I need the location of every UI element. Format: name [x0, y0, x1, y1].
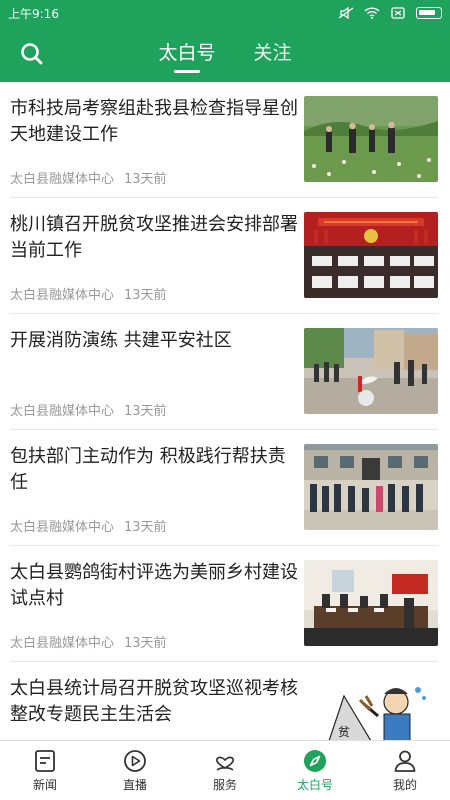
- header-tabs: 太白号 关注: [0, 26, 450, 82]
- nav-mine[interactable]: 我的: [360, 741, 450, 800]
- news-thumbnail: [304, 212, 438, 298]
- list-item[interactable]: 太白县统计局召开脱贫攻坚巡视考核整改专题民主生活会 贫: [10, 662, 438, 740]
- news-title: 开展消防演练 共建平安社区: [10, 330, 232, 351]
- tab-follow[interactable]: 关注: [254, 38, 292, 71]
- nav-taibaihao[interactable]: 太白号: [270, 741, 360, 800]
- play-icon: [124, 750, 146, 772]
- news-time: 13天前: [124, 288, 167, 303]
- service-icon: [216, 756, 234, 771]
- news-time: 13天前: [124, 172, 167, 187]
- nav-live[interactable]: 直播: [90, 741, 180, 800]
- news-meta: 太白县融媒体中心 13天前: [10, 632, 167, 651]
- search-icon[interactable]: [18, 40, 46, 68]
- svg-text:贫: 贫: [338, 724, 350, 739]
- list-item[interactable]: 包扶部门主动作为 积极践行帮扶责任 太白县融媒体中心 13天前: [10, 430, 438, 546]
- news-title: 太白县统计局召开脱贫攻坚巡视考核整改专题民主生活会: [10, 678, 298, 725]
- news-title: 太白县鹦鸽街村评选为美丽乡村建设试点村: [10, 562, 298, 609]
- list-item[interactable]: 桃川镇召开脱贫攻坚推进会安排部署当前工作 太白县融媒体中心 13天前: [10, 198, 438, 314]
- nav-label: 服务: [212, 778, 237, 792]
- wifi-icon: [364, 7, 380, 19]
- nav-label: 直播: [122, 778, 147, 792]
- list-item[interactable]: 市科技局考察组赴我县检查指导星创天地建设工作 太白县融媒体中心 13天前: [10, 82, 438, 198]
- news-source: 太白县融媒体中心: [10, 172, 115, 187]
- tab-taibaihao[interactable]: 太白号: [158, 38, 215, 71]
- news-time: 13天前: [124, 636, 167, 651]
- news-source: 太白县融媒体中心: [10, 404, 115, 419]
- news-time: 13天前: [124, 520, 167, 535]
- user-icon: [394, 750, 416, 772]
- bottom-tab-bar: 新闻 直播 服务 太白号 我的: [0, 740, 450, 800]
- nav-label: 我的: [392, 778, 417, 792]
- mute-icon: [338, 7, 354, 19]
- news-thumbnail: [304, 328, 438, 414]
- status-icons: [338, 7, 442, 19]
- news-meta: 太白县融媒体中心 13天前: [10, 284, 167, 303]
- news-title: 包扶部门主动作为 积极践行帮扶责任: [10, 446, 286, 493]
- news-meta: 太白县融媒体中心 13天前: [10, 400, 167, 419]
- news-time: 13天前: [124, 404, 167, 419]
- news-thumbnail: [304, 560, 438, 646]
- news-title: 桃川镇召开脱贫攻坚推进会安排部署当前工作: [10, 214, 298, 261]
- news-source: 太白县融媒体中心: [10, 520, 115, 535]
- news-source: 太白县融媒体中心: [10, 288, 115, 303]
- list-item[interactable]: 太白县鹦鸽街村评选为美丽乡村建设试点村 太白县融媒体中心 13天前: [10, 546, 438, 662]
- news-title: 市科技局考察组赴我县检查指导星创天地建设工作: [10, 98, 298, 145]
- compass-icon: [304, 750, 326, 772]
- header: 太白号 关注: [0, 26, 450, 82]
- news-thumbnail: [304, 96, 438, 182]
- nav-service[interactable]: 服务: [180, 741, 270, 800]
- list-item[interactable]: 开展消防演练 共建平安社区 太白县融媒体中心 13天前: [10, 314, 438, 430]
- no-sim-icon: [391, 7, 405, 19]
- nav-news[interactable]: 新闻: [0, 741, 90, 800]
- news-meta: 太白县融媒体中心 13天前: [10, 168, 167, 187]
- battery-icon: [416, 7, 442, 19]
- status-time: 上午9:16: [8, 6, 59, 21]
- nav-label: 新闻: [32, 778, 57, 792]
- status-bar: 上午9:16: [0, 0, 450, 26]
- news-feed: 市科技局考察组赴我县检查指导星创天地建设工作 太白县融媒体中心 13天前 桃川镇召…: [0, 82, 450, 740]
- news-thumbnail: 贫: [304, 676, 438, 740]
- nav-label: 太白号: [296, 778, 333, 792]
- news-meta: 太白县融媒体中心 13天前: [10, 516, 167, 535]
- news-source: 太白县融媒体中心: [10, 636, 115, 651]
- news-icon: [35, 750, 55, 772]
- news-thumbnail: [304, 444, 438, 530]
